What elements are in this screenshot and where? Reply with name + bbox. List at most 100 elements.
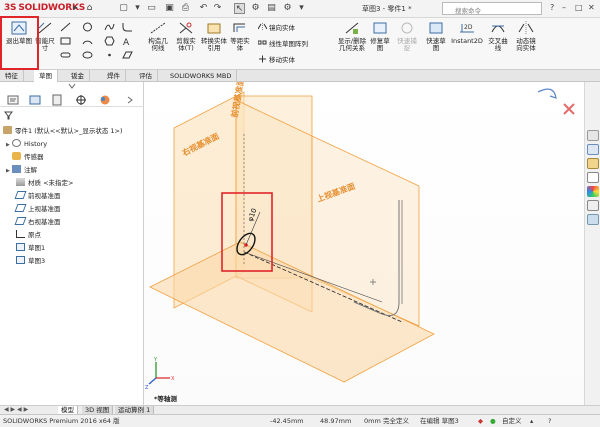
filter-icon[interactable] [4, 111, 13, 120]
dynamic-mirror-icon [518, 21, 534, 35]
quick-snaps-label: 快速捕捉 [397, 37, 417, 52]
dimxpert-tab-icon[interactable] [74, 94, 88, 106]
material-icon [16, 178, 25, 186]
file-explorer-icon[interactable] [587, 158, 599, 169]
help-status-icon[interactable]: ? [548, 415, 551, 427]
construction-geometry-button[interactable]: 构造几何线 [146, 20, 170, 52]
cancel-sketch-icon[interactable] [563, 103, 575, 115]
tab-weldments[interactable]: 焊件 [102, 70, 126, 82]
print-icon[interactable]: ⎙ [180, 3, 191, 14]
quick-snaps-button[interactable]: 快速捕捉 [396, 20, 418, 52]
custom-properties-icon[interactable] [587, 200, 599, 211]
sketch-icon [16, 243, 25, 251]
intersection-curve-button[interactable]: 交叉曲线 [486, 20, 510, 52]
tab-sketch[interactable]: 草图 [34, 70, 58, 82]
tree-item-front-plane[interactable]: 前视基准面 [14, 191, 61, 202]
move-entities-button[interactable]: 移动实体 [258, 55, 295, 64]
options-dropdown-icon[interactable]: ▾ [296, 3, 307, 14]
polygon-tool-icon[interactable] [104, 36, 115, 46]
sketch-status-icon[interactable]: ● [490, 415, 496, 427]
tab-sheet-metal[interactable]: 钣金 [66, 70, 90, 82]
units-dropdown-icon[interactable]: ▴ [530, 415, 533, 427]
appearances-icon[interactable] [587, 186, 599, 197]
help-icon[interactable]: ? [550, 3, 554, 12]
open-file-icon[interactable]: ▭ [146, 3, 157, 14]
home-icon[interactable]: ⌂ [84, 3, 95, 14]
select-icon[interactable]: ↖ [234, 3, 245, 14]
instant2d-button[interactable]: 2D Instant2D [451, 20, 483, 45]
tab-mbd[interactable]: SOLIDWORKS MBD [165, 70, 238, 82]
offset-entities-label: 等距实体 [230, 37, 250, 52]
maximize-button[interactable]: □ [575, 3, 583, 12]
panel-expand-icon[interactable] [68, 83, 76, 90]
tab-nav-arrows[interactable]: ◀ ▶ ◀ ▶ [4, 406, 28, 413]
menu-arrow-icon[interactable]: ▸ [70, 3, 81, 14]
tab-features[interactable]: 特征 [0, 70, 24, 82]
close-button[interactable]: ✕ [588, 3, 595, 12]
tree-root-part[interactable]: 零件1 (默认<<默认>_显示状态 1>) [3, 126, 123, 137]
solidworks-resources-icon[interactable] [587, 130, 599, 141]
view-palette-icon[interactable] [587, 172, 599, 183]
rebuild-status-icon[interactable]: ◆ [478, 415, 483, 427]
new-file-icon[interactable]: ▢ [118, 3, 129, 14]
tree-item-history[interactable]: ▶ History [6, 139, 47, 150]
graphics-area[interactable]: 右视基准面 前视基准面 上视基准面 φ10 Y X Z *等轴测 [144, 82, 584, 405]
ellipse-tool-icon[interactable] [82, 50, 93, 60]
title-bar: 3S SOLIDWORKS ▸ ⌂ ▢ ▾ ▭ ▣ ⎙ ↶ ↷ ↖ ⚙ ▤ ⚙ ▾… [0, 0, 600, 18]
new-dropdown-icon[interactable]: ▾ [132, 3, 143, 14]
undo-icon[interactable]: ↶ [198, 3, 209, 14]
tree-item-origin[interactable]: 原点 [16, 230, 41, 241]
save-icon[interactable]: ▣ [164, 3, 175, 14]
part-icon [3, 126, 12, 134]
tab-evaluate[interactable]: 评估 [134, 70, 158, 82]
linear-pattern-button[interactable]: 线性草图阵列 [258, 39, 308, 48]
tree-item-annotations[interactable]: ▶ 注解 [6, 165, 37, 176]
display-relations-button[interactable]: 显示/删除几何关系 [337, 20, 367, 52]
convert-entities-button[interactable]: 转换实体引用 [201, 20, 227, 52]
redo-icon[interactable]: ↷ [212, 3, 223, 14]
forum-icon[interactable] [587, 214, 599, 225]
spline-tool-icon[interactable] [104, 22, 115, 32]
circle-tool-icon[interactable] [82, 22, 93, 32]
plane-tool-icon[interactable] [122, 50, 133, 60]
display-manager-tab-icon[interactable] [98, 94, 112, 106]
fillet-tool-icon[interactable] [122, 22, 133, 32]
rapid-sketch-button[interactable]: 快速草图 [424, 20, 448, 52]
mirror-entities-button[interactable]: 镜向实体 [258, 23, 295, 32]
dynamic-mirror-button[interactable]: 动态镜向实体 [514, 20, 538, 52]
tree-item-top-plane[interactable]: 上视基准面 [14, 204, 61, 215]
panel-more-icon[interactable] [124, 94, 138, 106]
rebuild-icon[interactable]: ⚙ [250, 3, 261, 14]
file-properties-icon[interactable]: ▤ [266, 3, 277, 14]
svg-text:X: X [171, 376, 175, 382]
repair-sketch-button[interactable]: 修复草图 [368, 20, 392, 52]
tree-item-sensors[interactable]: 传感器 [12, 152, 44, 163]
display-relations-label: 显示/删除几何关系 [337, 37, 367, 52]
plane-icon [14, 217, 27, 225]
trim-entities-button[interactable]: 剪裁实体(T) [174, 20, 198, 52]
linear-pattern-icon [258, 40, 267, 45]
confirmation-corner-icon[interactable] [537, 88, 557, 99]
feature-tree-tab-icon[interactable] [6, 94, 20, 106]
text-tool-icon[interactable]: A [122, 36, 133, 46]
tree-item-sketch1[interactable]: 草图1 [16, 243, 45, 254]
tree-item-right-plane[interactable]: 右视基准面 [14, 217, 61, 228]
offset-entities-button[interactable]: 等距实体 [228, 20, 252, 52]
slot-tool-icon[interactable] [60, 50, 71, 60]
options-icon[interactable]: ⚙ [282, 3, 293, 14]
point-tool-icon[interactable] [104, 50, 115, 60]
panel-tab-strip [0, 92, 144, 107]
minimize-button[interactable]: – [562, 3, 566, 12]
rectangle-tool-icon[interactable] [60, 36, 71, 46]
line-tool-icon[interactable] [60, 22, 71, 32]
units-selector[interactable]: 自定义 [502, 415, 522, 427]
search-input[interactable]: 搜索命令 [442, 2, 542, 15]
coord-z: 0mm [364, 417, 381, 425]
tree-item-sketch3[interactable]: 草图3 [16, 256, 45, 267]
arc-tool-icon[interactable] [82, 36, 93, 46]
tree-item-material[interactable]: 材质 <未指定> [16, 178, 73, 189]
configuration-manager-tab-icon[interactable] [50, 94, 64, 106]
trim-entities-icon [179, 22, 193, 34]
design-library-icon[interactable] [587, 144, 599, 155]
property-manager-tab-icon[interactable] [28, 94, 42, 106]
